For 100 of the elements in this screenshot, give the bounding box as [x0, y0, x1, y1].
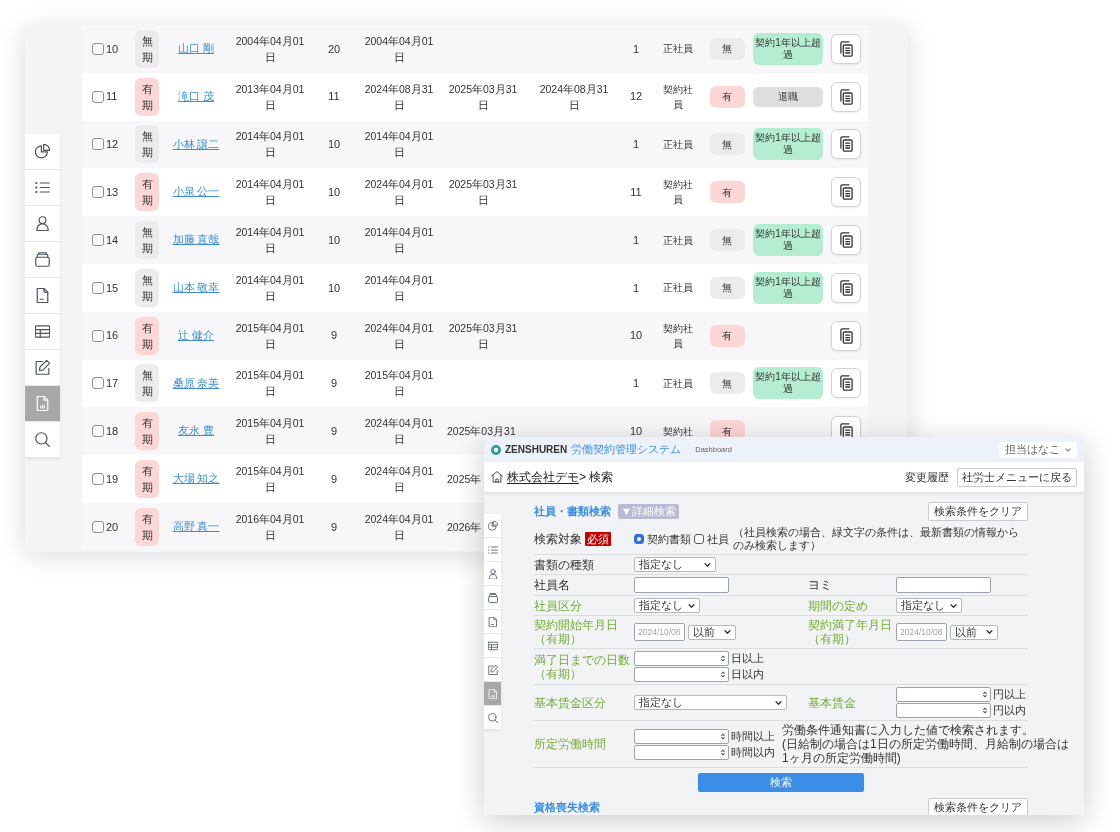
- pie-chart-icon: [35, 144, 50, 159]
- number-field[interactable]: [896, 703, 991, 718]
- employee-name-link[interactable]: 山口 剛: [178, 41, 214, 57]
- employment-type-cell-text: 正社員: [663, 233, 693, 248]
- detail-search-button[interactable]: ▼詳細検索: [618, 503, 679, 519]
- date-cell-text: 2025年03月31日: [447, 177, 519, 209]
- checkbox[interactable]: [92, 234, 104, 247]
- number-field[interactable]: [634, 667, 729, 682]
- checkbox[interactable]: [92, 138, 104, 151]
- term-badge: 有期: [135, 173, 159, 212]
- date-cell-text: 2013年04月01日: [234, 81, 306, 113]
- home-icon[interactable]: [491, 471, 503, 483]
- employee-name-link[interactable]: 小泉 公一: [172, 184, 220, 201]
- sidebar-button[interactable]: [25, 350, 60, 386]
- user-menu-button[interactable]: 担当はなこ: [999, 441, 1077, 458]
- checkbox[interactable]: [92, 425, 104, 438]
- copy-button[interactable]: [831, 225, 861, 256]
- sidebar-button[interactable]: [484, 610, 501, 634]
- checkbox[interactable]: [92, 329, 104, 342]
- number-field[interactable]: [634, 651, 729, 666]
- copy-button[interactable]: [831, 272, 861, 303]
- flag-badge: 有: [709, 85, 745, 108]
- count-cell-text: 11: [630, 185, 642, 201]
- dropdown[interactable]: 以前: [950, 624, 998, 640]
- employee-name-link[interactable]: 滝口 茂: [178, 88, 214, 105]
- dropdown[interactable]: 指定なし: [634, 695, 787, 710]
- checkbox[interactable]: [92, 90, 104, 103]
- radio-button[interactable]: [634, 534, 644, 544]
- required-badge: 必須: [585, 532, 611, 546]
- sidebar-button[interactable]: [484, 634, 501, 658]
- count-cell-text: 10: [327, 137, 341, 153]
- checkbox[interactable]: [92, 281, 104, 294]
- stepper-arrows-icon: [983, 707, 987, 714]
- field-label: 社員名: [534, 578, 570, 592]
- employee-name-link[interactable]: 山本 敬幸: [172, 280, 220, 296]
- company-link[interactable]: 株式会社デモ: [507, 469, 579, 485]
- sidebar-button[interactable]: [25, 278, 60, 314]
- sidebar-button[interactable]: [25, 134, 60, 170]
- flag-badge: 無: [709, 276, 745, 299]
- checkbox[interactable]: [92, 186, 104, 199]
- date-cell-text: 2015年04月01日: [363, 368, 435, 400]
- employee-name-link[interactable]: 小林 譲二: [172, 136, 220, 153]
- number-field[interactable]: [896, 687, 991, 702]
- number-field[interactable]: [634, 728, 729, 744]
- documents-icon: [839, 375, 853, 392]
- radio-button[interactable]: [694, 534, 704, 544]
- dropdown[interactable]: 指定なし: [634, 598, 700, 613]
- employee-name-link[interactable]: 加藤 直哉: [172, 232, 220, 248]
- copy-button[interactable]: [831, 81, 861, 112]
- chevron-down-icon: [688, 603, 695, 608]
- copy-button[interactable]: [831, 129, 861, 160]
- unit-label: 円以内: [993, 704, 1026, 717]
- chart-document-icon: [35, 396, 50, 411]
- sidebar-button[interactable]: [484, 562, 501, 586]
- employment-type-cell-text: 契約社員: [662, 178, 694, 208]
- count-cell-text: 9: [330, 424, 338, 439]
- checkbox[interactable]: [92, 42, 104, 55]
- history-link[interactable]: 変更履歴: [905, 470, 949, 484]
- sidebar-button[interactable]: [25, 422, 60, 458]
- number-field[interactable]: [634, 744, 729, 760]
- employment-type-cell-text: 正社員: [663, 42, 693, 57]
- employee-name-link[interactable]: 辻 健介: [178, 327, 214, 344]
- sidebar-button[interactable]: [25, 206, 60, 242]
- count-cell-text: 10: [327, 280, 341, 296]
- dropdown[interactable]: 以前: [688, 624, 736, 640]
- employee-name-link[interactable]: 大場 知之: [172, 471, 220, 487]
- copy-button[interactable]: [831, 368, 861, 399]
- date-field[interactable]: 2024/10/08: [896, 623, 947, 641]
- checkbox[interactable]: [92, 520, 104, 533]
- text-field[interactable]: [634, 577, 729, 593]
- date-cell-text: 2014年04月01日: [363, 272, 435, 304]
- search-button[interactable]: 検索: [698, 773, 864, 792]
- row-number: 14: [106, 232, 119, 248]
- sidebar-button[interactable]: [25, 314, 60, 350]
- sidebar-button[interactable]: [484, 514, 501, 538]
- sidebar-button[interactable]: [484, 706, 501, 730]
- sidebar-button[interactable]: [25, 242, 60, 278]
- dropdown[interactable]: 指定なし: [896, 598, 962, 613]
- employee-name-link[interactable]: 高野 真一: [172, 519, 220, 535]
- dropdown[interactable]: 指定なし: [634, 557, 716, 572]
- copy-button[interactable]: [831, 33, 861, 64]
- employee-name-link[interactable]: 桑原 奈美: [172, 375, 220, 392]
- clear-conditions-button[interactable]: 検索条件をクリア: [928, 798, 1028, 815]
- employee-name-link[interactable]: 友永 豊: [178, 423, 214, 440]
- copy-button[interactable]: [831, 320, 861, 351]
- radio-label: 社員: [707, 532, 729, 546]
- checkbox[interactable]: [92, 377, 104, 390]
- sidebar-button[interactable]: [484, 586, 501, 610]
- back-to-menu-button[interactable]: 社労士メニューに戻る: [957, 467, 1077, 487]
- row-number: 13: [106, 185, 119, 201]
- document-icon: [487, 616, 498, 627]
- sidebar-button[interactable]: [484, 658, 501, 682]
- term-badge: 無期: [135, 364, 159, 403]
- date-field[interactable]: 2024/10/08: [634, 623, 685, 641]
- checkbox[interactable]: [92, 473, 104, 486]
- copy-button[interactable]: [831, 177, 861, 208]
- field-label: 社員区分: [534, 598, 582, 613]
- clear-conditions-button[interactable]: 検索条件をクリア: [928, 501, 1028, 521]
- date-cell-text: 2015年04月01日: [234, 416, 306, 448]
- text-field[interactable]: [896, 577, 991, 593]
